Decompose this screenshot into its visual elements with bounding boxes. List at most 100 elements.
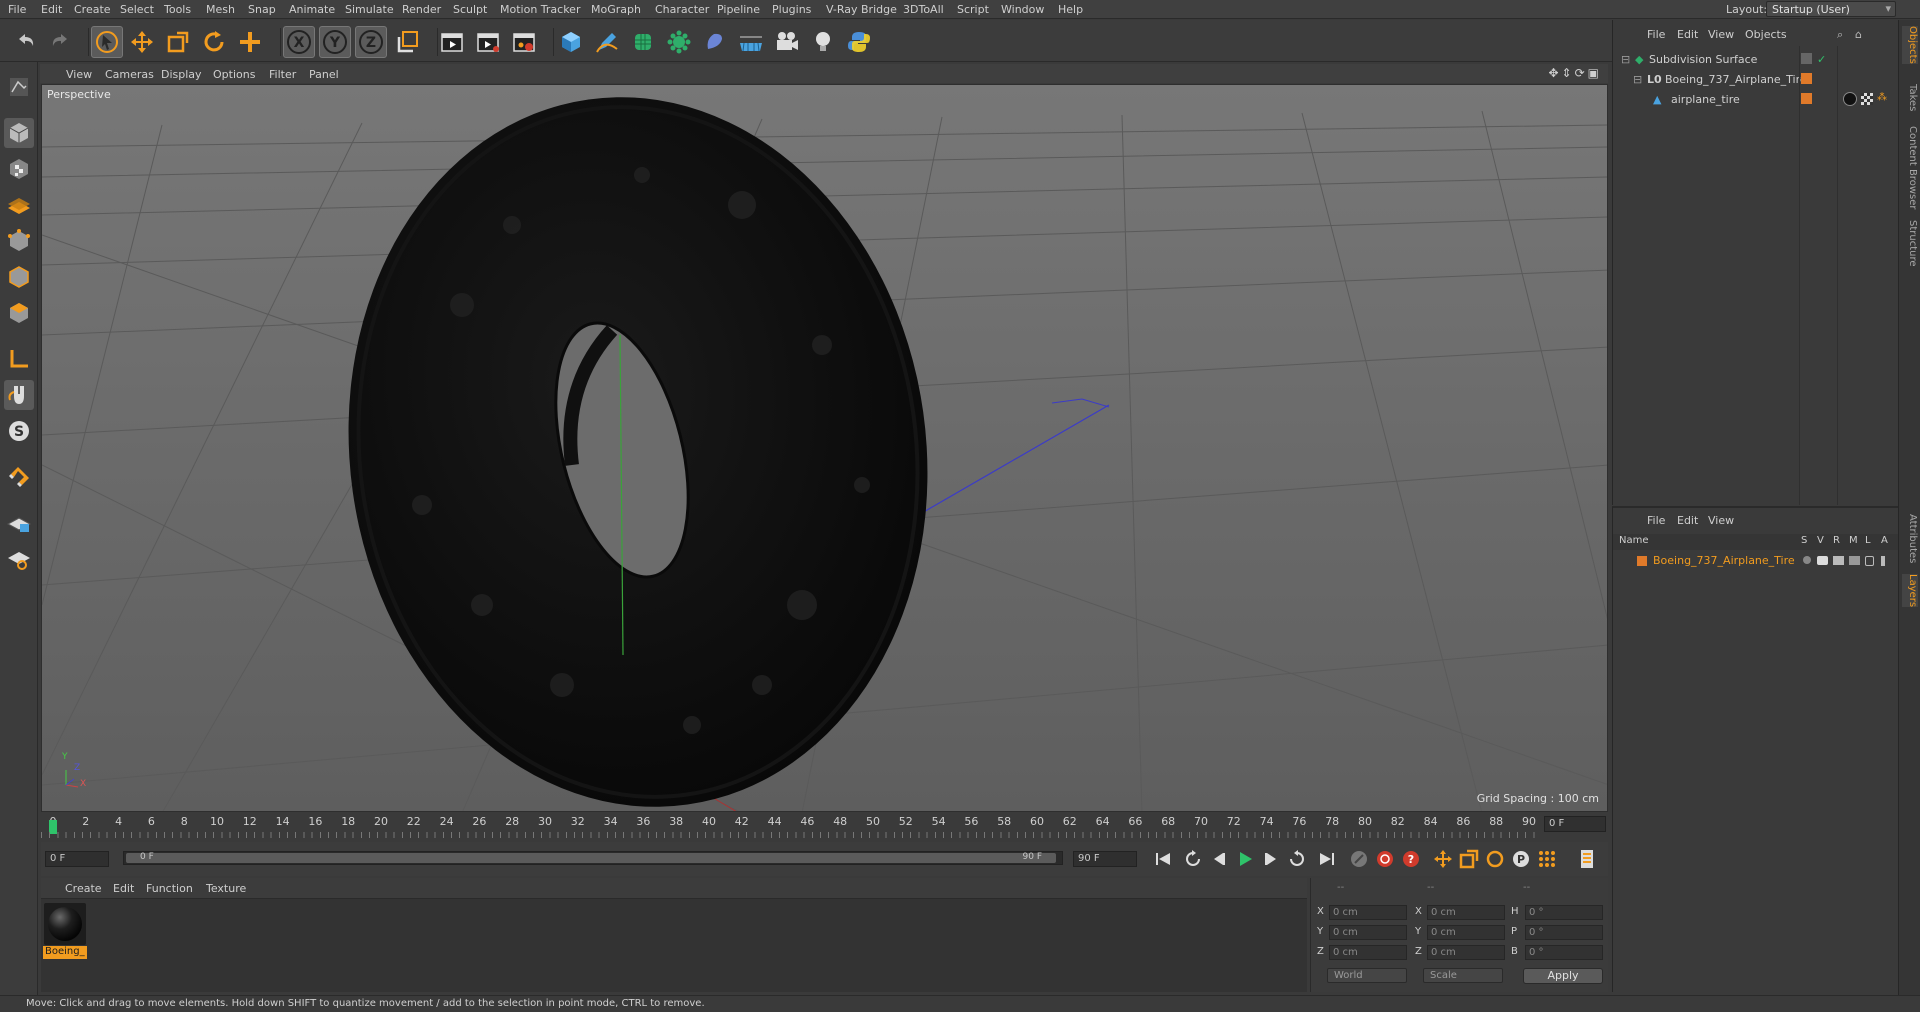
render-view-icon[interactable] (436, 26, 468, 58)
object-row-boeing-tire[interactable]: ⊟ L0 Boeing_737_Airplane_Tire (1613, 70, 1899, 90)
edges-mode-icon[interactable] (4, 262, 34, 292)
next-frame-icon[interactable] (1259, 847, 1283, 871)
menu-pipeline[interactable]: Pipeline (717, 3, 760, 16)
y-axis-icon[interactable]: Y (319, 26, 351, 58)
menu-file[interactable]: File (8, 3, 26, 16)
objects-menu-edit[interactable]: Edit (1677, 28, 1698, 41)
menu-create[interactable]: Create (74, 3, 111, 16)
viewport-menu-cameras[interactable]: Cameras (105, 68, 154, 81)
size-y-field[interactable]: 0 cm (1427, 925, 1505, 940)
object-row-subdivision-surface[interactable]: ⊟ ◆ Subdivision Surface ✓ (1613, 50, 1899, 70)
pos-y-field[interactable]: 0 cm (1329, 925, 1407, 940)
go-to-previous-key-icon[interactable] (1181, 847, 1205, 871)
texture-tag-icon[interactable] (1861, 93, 1873, 105)
menu-mograph[interactable]: MoGraph (591, 3, 641, 16)
position-key-icon[interactable] (1431, 847, 1455, 871)
light-icon[interactable] (807, 26, 839, 58)
pos-x-field[interactable]: 0 cm (1329, 905, 1407, 920)
enabled-check-icon[interactable]: ✓ (1817, 53, 1826, 66)
scale-icon[interactable] (162, 26, 194, 58)
cube-icon[interactable] (555, 26, 587, 58)
menu-tools[interactable]: Tools (164, 3, 191, 16)
menu-motion-tracker[interactable]: Motion Tracker (500, 3, 580, 16)
python-icon[interactable] (843, 26, 875, 58)
make-editable-icon[interactable] (4, 72, 34, 102)
coordinate-system-icon[interactable] (392, 26, 424, 58)
record-keys-icon[interactable] (1347, 847, 1371, 871)
layer-solo-toggle[interactable] (1803, 556, 1811, 564)
polygons-mode-icon[interactable] (4, 298, 34, 328)
search-icon[interactable]: ⌕ (1837, 28, 1843, 42)
texture-mode-icon[interactable] (4, 154, 34, 184)
tab-layers[interactable]: Layers (1902, 574, 1918, 608)
viewport-navigation-icons[interactable]: ✥⇕⟳▣ (1548, 66, 1602, 80)
z-axis-icon[interactable]: Z (355, 26, 387, 58)
layout-dropdown[interactable]: Startup (User) (1766, 1, 1896, 17)
previous-frame-icon[interactable] (1207, 847, 1231, 871)
tab-content-browser[interactable]: Content Browser (1902, 126, 1918, 209)
menu-script[interactable]: Script (957, 3, 989, 16)
menu-sculpt[interactable]: Sculpt (453, 3, 487, 16)
axis-mode-icon[interactable] (4, 344, 34, 374)
menu-character[interactable]: Character (655, 3, 709, 16)
autokeying-icon[interactable] (1373, 847, 1397, 871)
rot-b-field[interactable]: 0 ° (1525, 945, 1603, 960)
material-thumbnail[interactable] (44, 903, 86, 945)
size-x-field[interactable]: 0 cm (1427, 905, 1505, 920)
menu-simulate[interactable]: Simulate (345, 3, 394, 16)
rotate-icon[interactable] (198, 26, 230, 58)
objects-menu-file[interactable]: File (1647, 28, 1665, 41)
uvw-tag-icon[interactable]: ⁂ (1877, 92, 1888, 103)
layer-lock-icon[interactable] (1865, 556, 1874, 566)
magnet-icon[interactable] (4, 462, 34, 492)
scale-key-icon[interactable] (1457, 847, 1481, 871)
floor-icon[interactable] (735, 26, 767, 58)
layer-color-tag[interactable] (1801, 93, 1812, 104)
objects-menu-view[interactable]: View (1708, 28, 1734, 41)
layer-animation-icon[interactable] (1881, 556, 1885, 566)
menu-edit[interactable]: Edit (41, 3, 62, 16)
move-icon[interactable] (126, 26, 158, 58)
pos-z-field[interactable]: 0 cm (1329, 945, 1407, 960)
deformer-icon[interactable] (699, 26, 731, 58)
timeline-window-icon[interactable] (1575, 847, 1599, 871)
menu-mesh[interactable]: Mesh (206, 3, 235, 16)
camera-icon[interactable] (771, 26, 803, 58)
material-name-label[interactable]: Boeing_ (43, 946, 87, 959)
scale-mode-dropdown[interactable]: Scale (1423, 968, 1503, 983)
tab-structure[interactable]: Structure (1902, 220, 1918, 267)
subdivision-icon[interactable] (627, 26, 659, 58)
layer-render-icon[interactable] (1833, 556, 1844, 565)
viewport-menu-options[interactable]: Options (213, 68, 255, 81)
timeline-ruler[interactable]: 0246810121416182022242628303234363840424… (41, 814, 1608, 838)
menu-plugins[interactable]: Plugins (772, 3, 811, 16)
size-z-field[interactable]: 0 cm (1427, 945, 1505, 960)
layer-manager-icon[interactable] (1849, 556, 1860, 565)
frame-range-slider[interactable]: 0 F 90 F (123, 851, 1063, 865)
viewport-menu-filter[interactable]: Filter (269, 68, 296, 81)
viewport-menu-view[interactable]: View (66, 68, 92, 81)
material-tag-icon[interactable] (1843, 92, 1857, 106)
menu-3dtoall[interactable]: 3DToAll (903, 3, 944, 16)
layers-menu-edit[interactable]: Edit (1677, 514, 1698, 527)
viewport-menu-display[interactable]: Display (161, 68, 202, 81)
tab-takes[interactable]: Takes (1902, 84, 1918, 111)
layers-menu-file[interactable]: File (1647, 514, 1665, 527)
perspective-viewport[interactable]: Perspective Y Z X Grid Spacing : 100 cm (41, 84, 1608, 812)
layer-color-swatch[interactable] (1637, 556, 1647, 566)
points-mode-icon[interactable] (4, 226, 34, 256)
end-frame-field[interactable]: 90 F (1073, 851, 1137, 867)
layer-visible-icon[interactable] (1817, 556, 1828, 565)
x-axis-icon[interactable]: X (283, 26, 315, 58)
menu-help[interactable]: Help (1058, 3, 1083, 16)
apply-button[interactable]: Apply (1523, 968, 1603, 984)
tab-objects[interactable]: Objects (1902, 26, 1918, 64)
workplane-mode-icon[interactable] (4, 190, 34, 220)
layers-menu-view[interactable]: View (1708, 514, 1734, 527)
point-level-animation-icon[interactable] (1535, 847, 1559, 871)
menu-vray-bridge[interactable]: V-Ray Bridge (826, 3, 897, 16)
start-frame-field[interactable]: 0 F (45, 851, 109, 867)
lock-workplane-icon[interactable] (4, 508, 34, 538)
model-mode-icon[interactable] (4, 118, 34, 148)
editor-visibility-icon[interactable] (1801, 53, 1812, 64)
